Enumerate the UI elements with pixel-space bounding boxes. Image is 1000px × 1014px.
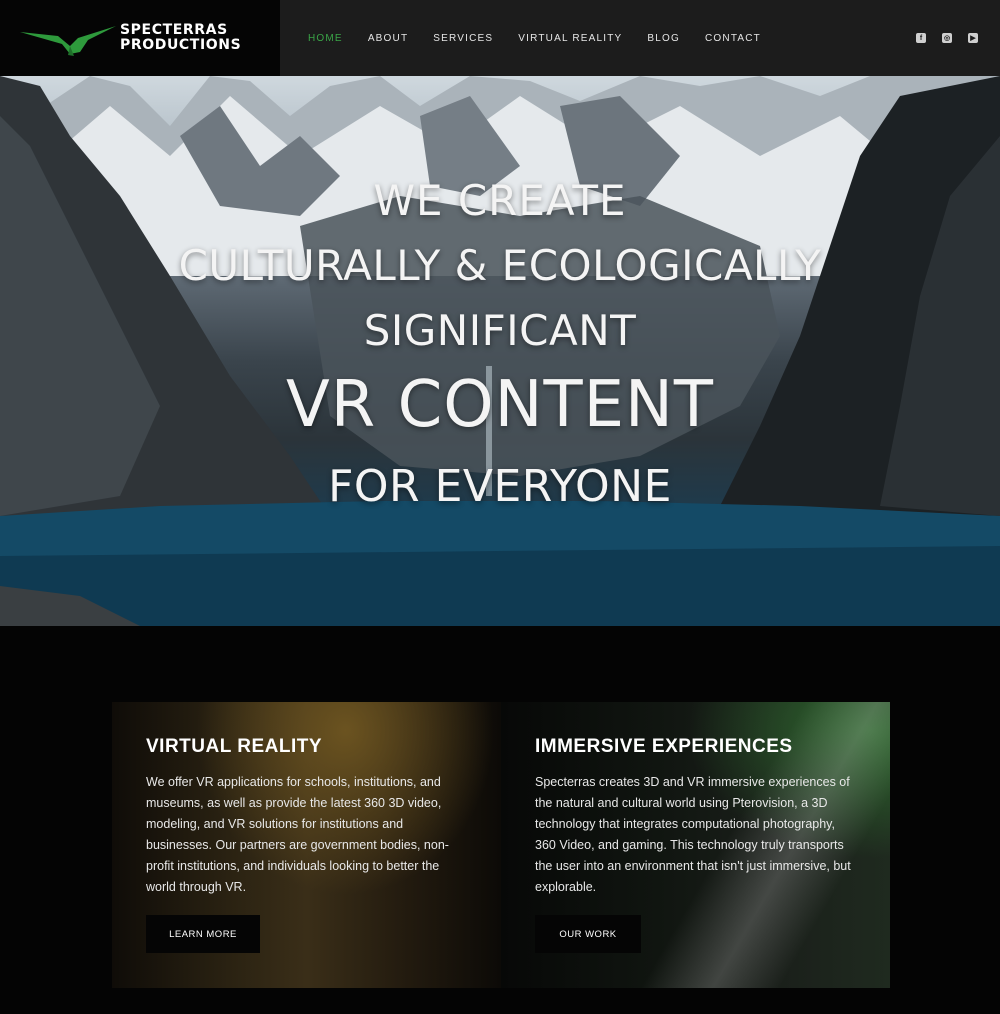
card-immersive-experiences: IMMERSIVE EXPERIENCES Specterras creates… [501,702,890,988]
nav-blog[interactable]: BLOG [647,33,680,44]
main-nav: HOME ABOUT SERVICES VIRTUAL REALITY BLOG… [308,33,786,44]
brand-name-line1: SPECTERRAS [120,22,228,38]
site-header: SPECTERRAS PRODUCTIONS HOME ABOUT SERVIC… [0,0,1000,76]
brand-name: SPECTERRAS PRODUCTIONS [120,23,241,53]
card-body: We offer VR applications for schools, in… [146,775,449,894]
page: SPECTERRAS PRODUCTIONS HOME ABOUT SERVIC… [0,0,1000,1014]
instagram-icon[interactable]: ◎ [942,33,952,43]
card-content: IMMERSIVE EXPERIENCES Specterras creates… [535,736,855,898]
card-content: VIRTUAL REALITY We offer VR applications… [146,736,466,898]
hero-line-1: WE CREATE [373,176,627,225]
hero-line-5: FOR EVERYONE [328,461,672,512]
brand-name-line2: PRODUCTIONS [120,37,242,53]
learn-more-button[interactable]: LEARN MORE [146,915,260,953]
hero-banner: WE CREATE CULTURALLY & ECOLOGICALLY SIGN… [0,76,1000,626]
pterodactyl-icon [20,26,116,56]
social-links: f ◎ ▶ [916,33,978,43]
nav-services[interactable]: SERVICES [433,33,493,44]
card-title: VIRTUAL REALITY [146,736,323,757]
nav-about[interactable]: ABOUT [368,33,408,44]
hero-headline: WE CREATE CULTURALLY & ECOLOGICALLY SIGN… [0,76,1000,626]
our-work-button[interactable]: OUR WORK [535,915,641,953]
card-body: Specterras creates 3D and VR immersive e… [535,775,851,894]
nav-home[interactable]: HOME [308,33,343,44]
hero-line-2: CULTURALLY & ECOLOGICALLY [178,241,822,290]
youtube-icon[interactable]: ▶ [968,33,978,43]
card-title: IMMERSIVE EXPERIENCES [535,736,793,757]
hero-line-3: SIGNIFICANT [363,306,637,355]
hero-line-4: VR CONTENT [285,368,715,442]
card-virtual-reality: VIRTUAL REALITY We offer VR applications… [112,702,501,988]
nav-contact[interactable]: CONTACT [705,33,761,44]
feature-cards: VIRTUAL REALITY We offer VR applications… [112,702,890,988]
nav-virtual-reality[interactable]: VIRTUAL REALITY [518,33,622,44]
facebook-icon[interactable]: f [916,33,926,43]
logo[interactable]: SPECTERRAS PRODUCTIONS [0,0,280,76]
